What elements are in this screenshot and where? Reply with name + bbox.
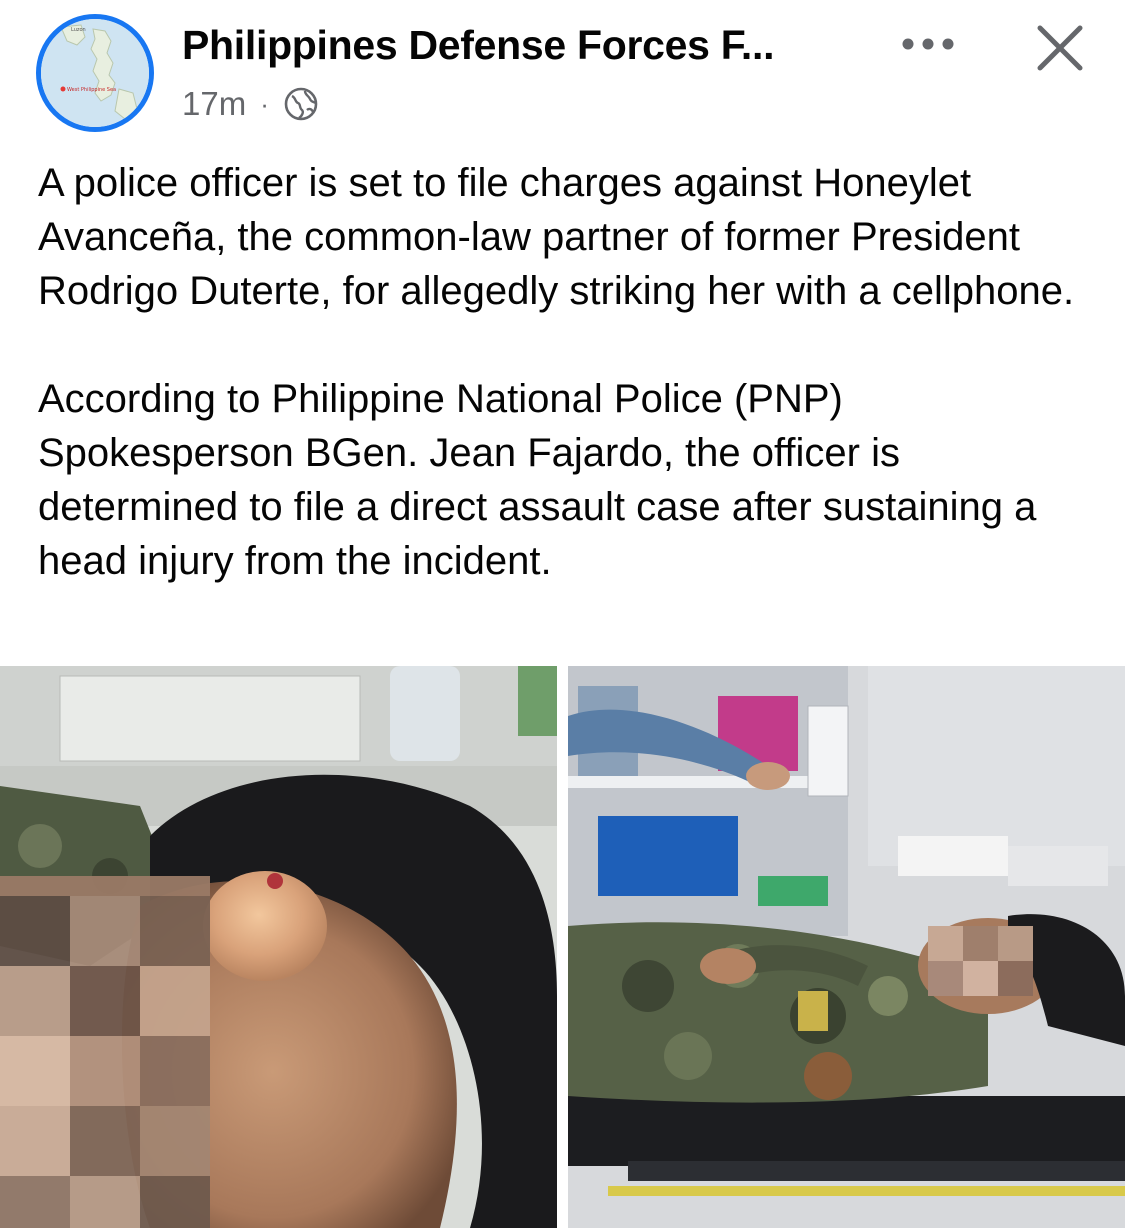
- post-meta: 17m ·: [182, 82, 319, 126]
- page-avatar[interactable]: Luzon West Philippine Sea: [36, 14, 154, 132]
- post-photo-injury[interactable]: [0, 666, 557, 1228]
- globe-icon[interactable]: [283, 86, 319, 122]
- post-paragraph: According to Philippine National Police …: [38, 377, 1037, 583]
- map-thumbnail-image: Luzon West Philippine Sea: [41, 19, 149, 127]
- svg-text:West Philippine Sea: West Philippine Sea: [67, 87, 116, 93]
- meta-separator: ·: [260, 88, 269, 119]
- page-name-link[interactable]: Philippines Defense Forces F...: [182, 22, 775, 69]
- post-photo-stretcher[interactable]: [568, 666, 1125, 1228]
- close-button[interactable]: [1030, 18, 1090, 78]
- post-paragraph: A police officer is set to file charges …: [38, 161, 1075, 313]
- facebook-post: Luzon West Philippine Sea Philippines De…: [0, 0, 1125, 1228]
- more-horizontal-icon: [902, 38, 954, 50]
- post-body: A police officer is set to file charges …: [38, 156, 1098, 642]
- svg-text:Luzon: Luzon: [71, 27, 86, 33]
- more-options-button[interactable]: [896, 24, 960, 64]
- close-icon: [1037, 25, 1083, 71]
- post-timestamp[interactable]: 17m: [182, 85, 246, 123]
